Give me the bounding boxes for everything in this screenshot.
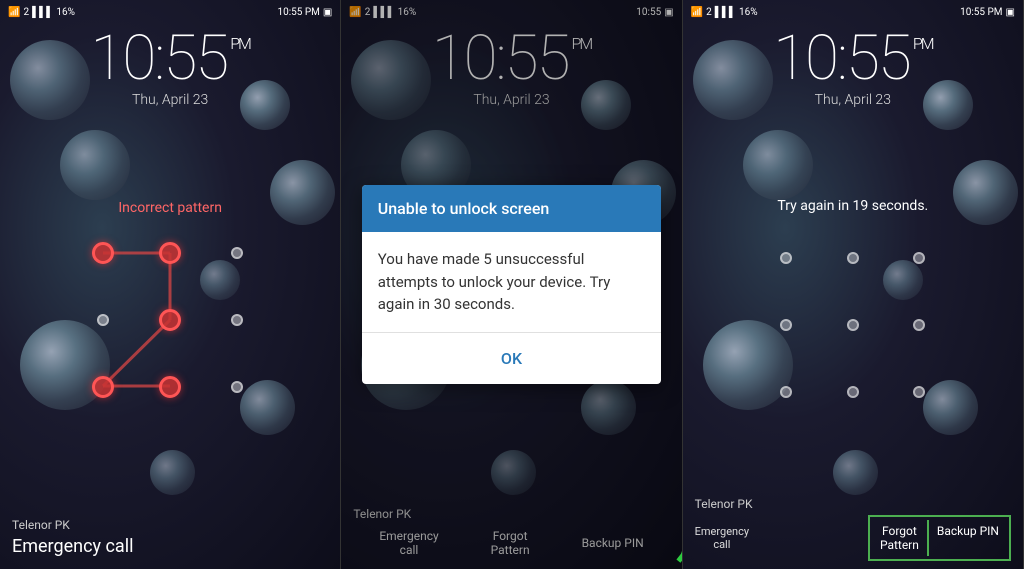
dialog-box: Unable to unlock screen You have made 5 … — [362, 185, 661, 384]
dot-3-2-1 — [780, 319, 792, 331]
dot-3-3-3 — [913, 386, 925, 398]
dot-2-1 — [97, 314, 109, 326]
clock-area-1: 10:55 PM Thu, April 23 — [0, 28, 340, 108]
carrier-1: Telenor PK — [12, 518, 328, 532]
clock-time-3: 10:55 PM — [683, 28, 1023, 90]
dialog-title: Unable to unlock screen — [362, 185, 661, 232]
bottom-area-3: Telenor PK Emergencycall ForgotPattern B… — [683, 489, 1023, 569]
photo-icon-3: ▣ — [1006, 7, 1015, 18]
date-1: Thu, April 23 — [0, 92, 340, 108]
photo-icon-1: ▣ — [323, 7, 332, 18]
dot-3-1-1 — [780, 252, 792, 264]
time-digits-3: 10:55 — [773, 28, 910, 90]
battery-1: 16% — [56, 7, 75, 18]
dot-3-3 — [231, 381, 243, 393]
dot-2-3 — [231, 314, 243, 326]
signal-bars-1: ▌▌▌ — [32, 7, 53, 18]
dot-grid-3 — [753, 225, 953, 425]
dialog-ok-button[interactable]: OK — [469, 337, 554, 380]
emergency-call-btn-1[interactable]: Emergency call — [12, 536, 328, 557]
time-status-3: 10:55 PM — [960, 7, 1002, 18]
ampm-1: PM — [230, 36, 250, 52]
dot-3-2-2 — [847, 319, 859, 331]
dot-1-2 — [159, 242, 181, 264]
dot-3-2-3 — [913, 319, 925, 331]
dot-3-3-2 — [847, 386, 859, 398]
dialog-overlay: Unable to unlock screen You have made 5 … — [341, 0, 681, 569]
network-icon-1: 2 — [23, 7, 29, 18]
dot-1-1 — [92, 242, 114, 264]
panel-3: 📶 2 ▌▌▌ 16% 10:55 PM ▣ 10:55 PM Thu, Apr… — [683, 0, 1024, 569]
time-digits-1: 10:55 — [90, 28, 227, 90]
try-again-text: Try again in 19 seconds. — [683, 198, 1023, 214]
dot-1-3 — [231, 247, 243, 259]
battery-3: 16% — [739, 7, 758, 18]
date-3: Thu, April 23 — [683, 92, 1023, 108]
dot-3-2 — [159, 376, 181, 398]
bottom-area-1: Telenor PK Emergency call — [0, 510, 340, 569]
panel-1: 📶 2 ▌▌▌ 16% 10:55 PM ▣ 10:55 PM Thu, Apr… — [0, 0, 341, 569]
emergency-call-btn-3[interactable]: Emergencycall — [695, 525, 749, 551]
wifi-icon-3: 📶 — [691, 7, 703, 18]
carrier-3: Telenor PK — [695, 497, 1011, 511]
network-icon-3: 2 — [706, 7, 712, 18]
dot-3-1-2 — [847, 252, 859, 264]
dialog-buttons: OK — [362, 333, 661, 384]
dot-2-2 — [159, 309, 181, 331]
clock-area-3: 10:55 PM Thu, April 23 — [683, 28, 1023, 108]
panel-2: 📶 2 ▌▌▌ 16% 10:55 ▣ 10:55 PM Thu, April … — [341, 0, 682, 569]
dot-3-1-3 — [913, 252, 925, 264]
status-bar-3: 📶 2 ▌▌▌ 16% 10:55 PM ▣ — [683, 0, 1023, 24]
status-left-1: 📶 2 ▌▌▌ 16% — [8, 7, 75, 18]
clock-time-1: 10:55 PM — [0, 28, 340, 90]
status-right-3: 10:55 PM ▣ — [960, 7, 1015, 18]
time-status-1: 10:55 PM — [277, 7, 319, 18]
dot-3-1 — [92, 376, 114, 398]
backup-pin-btn-3[interactable]: Backup PIN — [929, 520, 1007, 556]
pattern-grid-1 — [70, 220, 270, 420]
dialog-body: You have made 5 unsuccessful attempts to… — [362, 232, 661, 332]
incorrect-pattern-text: Incorrect pattern — [0, 200, 340, 216]
status-left-3: 📶 2 ▌▌▌ 16% — [691, 7, 758, 18]
dot-3-3-1 — [780, 386, 792, 398]
wifi-icon-1: 📶 — [8, 7, 20, 18]
ampm-3: PM — [913, 36, 933, 52]
status-right-1: 10:55 PM ▣ — [277, 7, 332, 18]
status-bar-1: 📶 2 ▌▌▌ 16% 10:55 PM ▣ — [0, 0, 340, 24]
signal-bars-3: ▌▌▌ — [715, 7, 736, 18]
forgot-pattern-btn-3[interactable]: ForgotPattern — [872, 520, 929, 556]
